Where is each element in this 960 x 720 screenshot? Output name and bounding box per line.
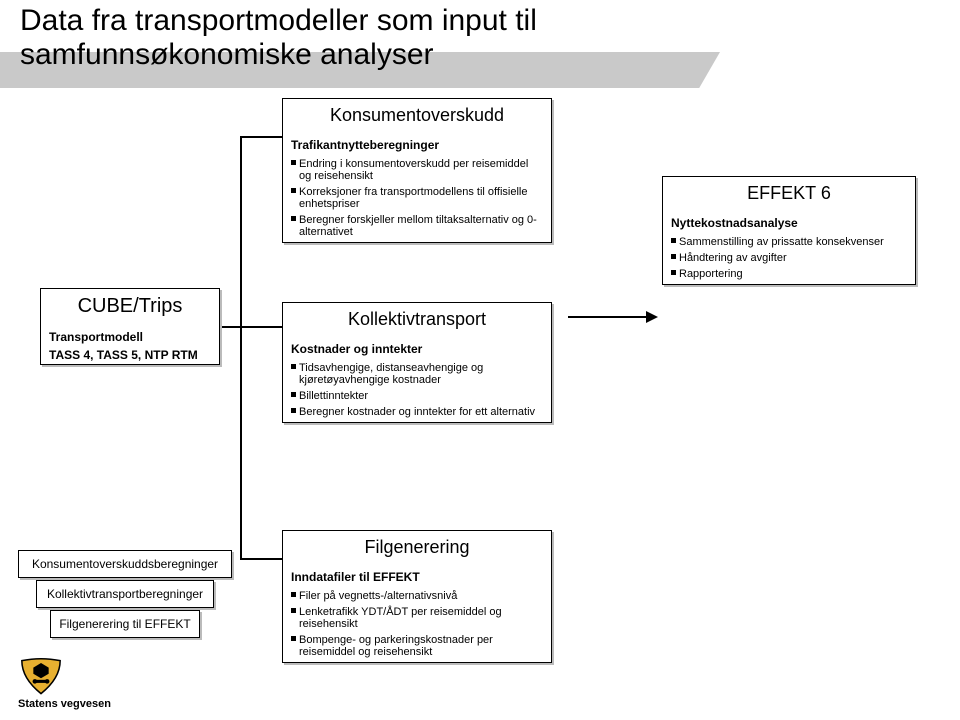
mini-konsumentoverskuddsberegninger: Konsumentoverskuddsberegninger — [18, 550, 232, 578]
fil-b1: Filer på vegnetts-/alternativsnivå — [283, 590, 541, 602]
fork-stem — [220, 326, 240, 328]
kons-b1: Endring i konsumentoverskudd per reisemi… — [283, 158, 541, 182]
box-kollektivtransport: Kollektivtransport Kostnader og inntekte… — [282, 302, 552, 423]
kons-sub: Trafikantnytteberegninger — [283, 136, 551, 154]
arrow-line — [568, 316, 648, 318]
eff-sub: Nyttekostnadsanalyse — [663, 214, 915, 232]
box-konsumentoverskudd: Konsumentoverskudd Trafikantnytteberegni… — [282, 98, 552, 243]
box-effekt6: EFFEKT 6 Nyttekostnadsanalyse Sammenstil… — [662, 176, 916, 285]
cube-title: CUBE/Trips — [41, 289, 219, 328]
kons-title: Konsumentoverskudd — [283, 99, 551, 136]
mini-filgenerering-til-effekt: Filgenerering til EFFEKT — [50, 610, 200, 638]
fil-b2: Lenketrafikk YDT/ÅDT per reisemiddel og … — [283, 606, 541, 630]
fil-b3: Bompenge- og parkeringskostnader per rei… — [283, 634, 541, 658]
koll-b1: Tidsavhengige, distanseavhengige og kjør… — [283, 362, 541, 386]
cube-sub2: TASS 4, TASS 5, NTP RTM — [41, 346, 219, 364]
fork-branch-mid — [240, 326, 282, 328]
box-cube-trips: CUBE/Trips Transportmodell TASS 4, TASS … — [40, 288, 220, 365]
mini-kollektivtransportberegninger: Kollektivtransportberegninger — [36, 580, 214, 608]
fork-branch-top — [240, 136, 282, 138]
shield-icon — [18, 656, 64, 696]
eff-b1: Sammenstilling av prissatte konsekvenser — [663, 236, 905, 248]
koll-b2: Billettinntekter — [283, 390, 541, 402]
logo-text: Statens vegvesen — [18, 698, 111, 710]
kons-b3: Beregner forskjeller mellom tiltaksalter… — [283, 214, 541, 238]
title-line2: samfunnsøkonomiske analyser — [20, 38, 537, 72]
koll-sub: Kostnader og inntekter — [283, 340, 551, 358]
statens-vegvesen-logo: Statens vegvesen — [18, 656, 111, 710]
fil-sub: Inndatafiler til EFFEKT — [283, 568, 551, 586]
fork-branch-bot — [240, 558, 282, 560]
title-line1: Data fra transportmodeller som input til — [20, 4, 537, 37]
koll-title: Kollektivtransport — [283, 303, 551, 340]
cube-sub1: Transportmodell — [41, 328, 219, 346]
fork-trunk — [240, 136, 242, 560]
eff-b3: Rapportering — [663, 268, 905, 280]
kons-b2: Korreksjoner fra transportmodellens til … — [283, 186, 541, 210]
eff-title: EFFEKT 6 — [663, 177, 915, 214]
eff-b2: Håndtering av avgifter — [663, 252, 905, 264]
arrow-head-icon — [646, 311, 658, 323]
page-title: Data fra transportmodeller som input til… — [20, 4, 537, 72]
fil-title: Filgenerering — [283, 531, 551, 568]
box-filgenerering: Filgenerering Inndatafiler til EFFEKT Fi… — [282, 530, 552, 663]
koll-b3: Beregner kostnader og inntekter for ett … — [283, 406, 541, 418]
